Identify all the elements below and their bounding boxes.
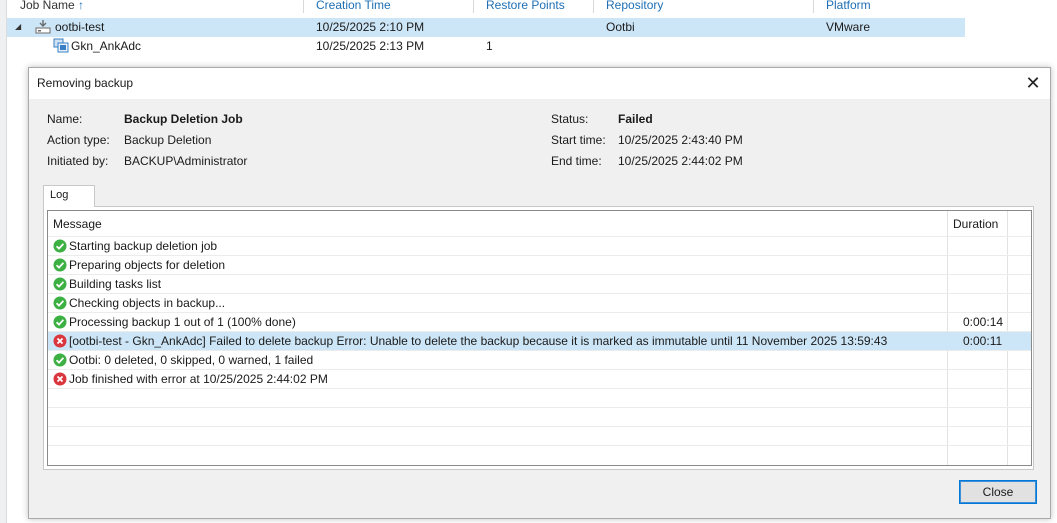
- dialog-titlebar: Removing backup ✕: [29, 68, 1050, 99]
- check-icon: [53, 277, 67, 291]
- empty-log-row: [48, 426, 1031, 445]
- log-row[interactable]: Building tasks list: [48, 274, 1031, 293]
- log-message: [ootbi-test - Gkn_AnkAdc] Failed to dele…: [69, 334, 888, 348]
- col-restore-points[interactable]: Restore Points: [486, 0, 565, 12]
- action-type-value: Backup Deletion: [124, 133, 212, 147]
- job-name: ootbi-test: [55, 20, 105, 34]
- error-icon: [53, 372, 67, 386]
- error-icon: [53, 334, 67, 348]
- name-label: Name:: [47, 112, 83, 126]
- col-duration[interactable]: Duration: [953, 217, 998, 231]
- log-row[interactable]: Processing backup 1 out of 1 (100% done)…: [48, 312, 1031, 331]
- removing-backup-dialog: Removing backup ✕ Name: Backup Deletion …: [28, 67, 1051, 519]
- vm-name: Gkn_AnkAdc: [71, 39, 142, 53]
- vm-icon: [53, 38, 69, 53]
- close-icon[interactable]: ✕: [1016, 68, 1050, 98]
- status-value: Failed: [618, 112, 653, 126]
- empty-log-row: [48, 388, 1031, 407]
- tab-log[interactable]: Log: [43, 185, 95, 207]
- end-time-value: 10/25/2025 2:44:02 PM: [618, 154, 743, 168]
- column-divider: [813, 0, 814, 13]
- close-button[interactable]: Close: [959, 480, 1037, 504]
- expand-arrow-icon[interactable]: ◢: [15, 22, 21, 31]
- log-message: Preparing objects for deletion: [69, 258, 226, 272]
- col-platform[interactable]: Platform: [826, 0, 871, 12]
- vm-creation-time: 10/25/2025 2:13 PM: [316, 39, 425, 53]
- column-divider: [593, 0, 594, 13]
- empty-log-row: [48, 407, 1031, 426]
- start-time-value: 10/25/2025 2:43:40 PM: [618, 133, 743, 147]
- check-icon: [53, 353, 67, 367]
- col-creation-time[interactable]: Creation Time: [316, 0, 391, 12]
- job-row-ootbi-test[interactable]: ◢ ootbi-test 10/25/2025 2:10 PM Ootbi VM…: [7, 18, 965, 37]
- col-message[interactable]: Message: [53, 217, 102, 231]
- tab-log-label: Log: [50, 189, 69, 201]
- job-icon: [35, 20, 51, 34]
- col-repository[interactable]: Repository: [606, 0, 663, 12]
- initiated-by-value: BACKUP\Administrator: [124, 154, 248, 168]
- log-message: Job finished with error at 10/25/2025 2:…: [69, 372, 328, 386]
- log-duration: 0:00:14: [963, 315, 1004, 329]
- log-panel: Message Duration Starting backup deletio…: [43, 206, 1034, 470]
- log-grid-header: Message Duration: [48, 211, 1031, 236]
- log-message: Checking objects in backup...: [69, 296, 226, 310]
- check-icon: [53, 239, 67, 253]
- column-divider: [473, 0, 474, 13]
- check-icon: [53, 296, 67, 310]
- log-row[interactable]: Starting backup deletion job: [48, 236, 1031, 255]
- check-icon: [53, 315, 67, 329]
- column-divider: [303, 0, 304, 13]
- log-row[interactable]: [ootbi-test - Gkn_AnkAdc] Failed to dele…: [48, 331, 1031, 350]
- job-platform: VMware: [826, 20, 871, 34]
- vm-restore-points: 1: [486, 39, 493, 53]
- empty-log-row: [48, 445, 1031, 464]
- log-row[interactable]: Checking objects in backup...: [48, 293, 1031, 312]
- name-value: Backup Deletion Job: [124, 112, 243, 126]
- sort-ascending-icon: ↑: [78, 0, 85, 12]
- log-message: Processing backup 1 out of 1 (100% done): [69, 315, 296, 329]
- log-duration: 0:00:11: [963, 334, 1003, 348]
- action-type-label: Action type:: [47, 133, 110, 147]
- check-icon: [53, 258, 67, 272]
- log-row[interactable]: Preparing objects for deletion: [48, 255, 1031, 274]
- log-message: Building tasks list: [69, 277, 162, 291]
- job-row-gkn-ankadc[interactable]: Gkn_AnkAdc 10/25/2025 2:13 PM 1: [7, 37, 965, 56]
- status-label: Status:: [551, 112, 589, 126]
- initiated-by-label: Initiated by:: [47, 154, 109, 168]
- col-job-name[interactable]: Job Name ↑: [20, 0, 84, 12]
- log-message: Starting backup deletion job: [69, 239, 218, 253]
- log-grid[interactable]: Message Duration Starting backup deletio…: [47, 210, 1032, 466]
- log-row[interactable]: Ootbi: 0 deleted, 0 skipped, 0 warned, 1…: [48, 350, 1031, 369]
- job-repository: Ootbi: [606, 20, 635, 34]
- log-row[interactable]: Job finished with error at 10/25/2025 2:…: [48, 369, 1031, 388]
- dialog-title: Removing backup: [37, 76, 134, 90]
- end-time-label: End time:: [551, 154, 602, 168]
- left-panel-edge: [0, 0, 7, 523]
- log-message: Ootbi: 0 deleted, 0 skipped, 0 warned, 1…: [69, 353, 314, 367]
- job-list-header: Job Name ↑ Creation Time Restore Points …: [7, 0, 1057, 13]
- start-time-label: Start time:: [551, 133, 606, 147]
- job-creation-time: 10/25/2025 2:10 PM: [316, 20, 425, 34]
